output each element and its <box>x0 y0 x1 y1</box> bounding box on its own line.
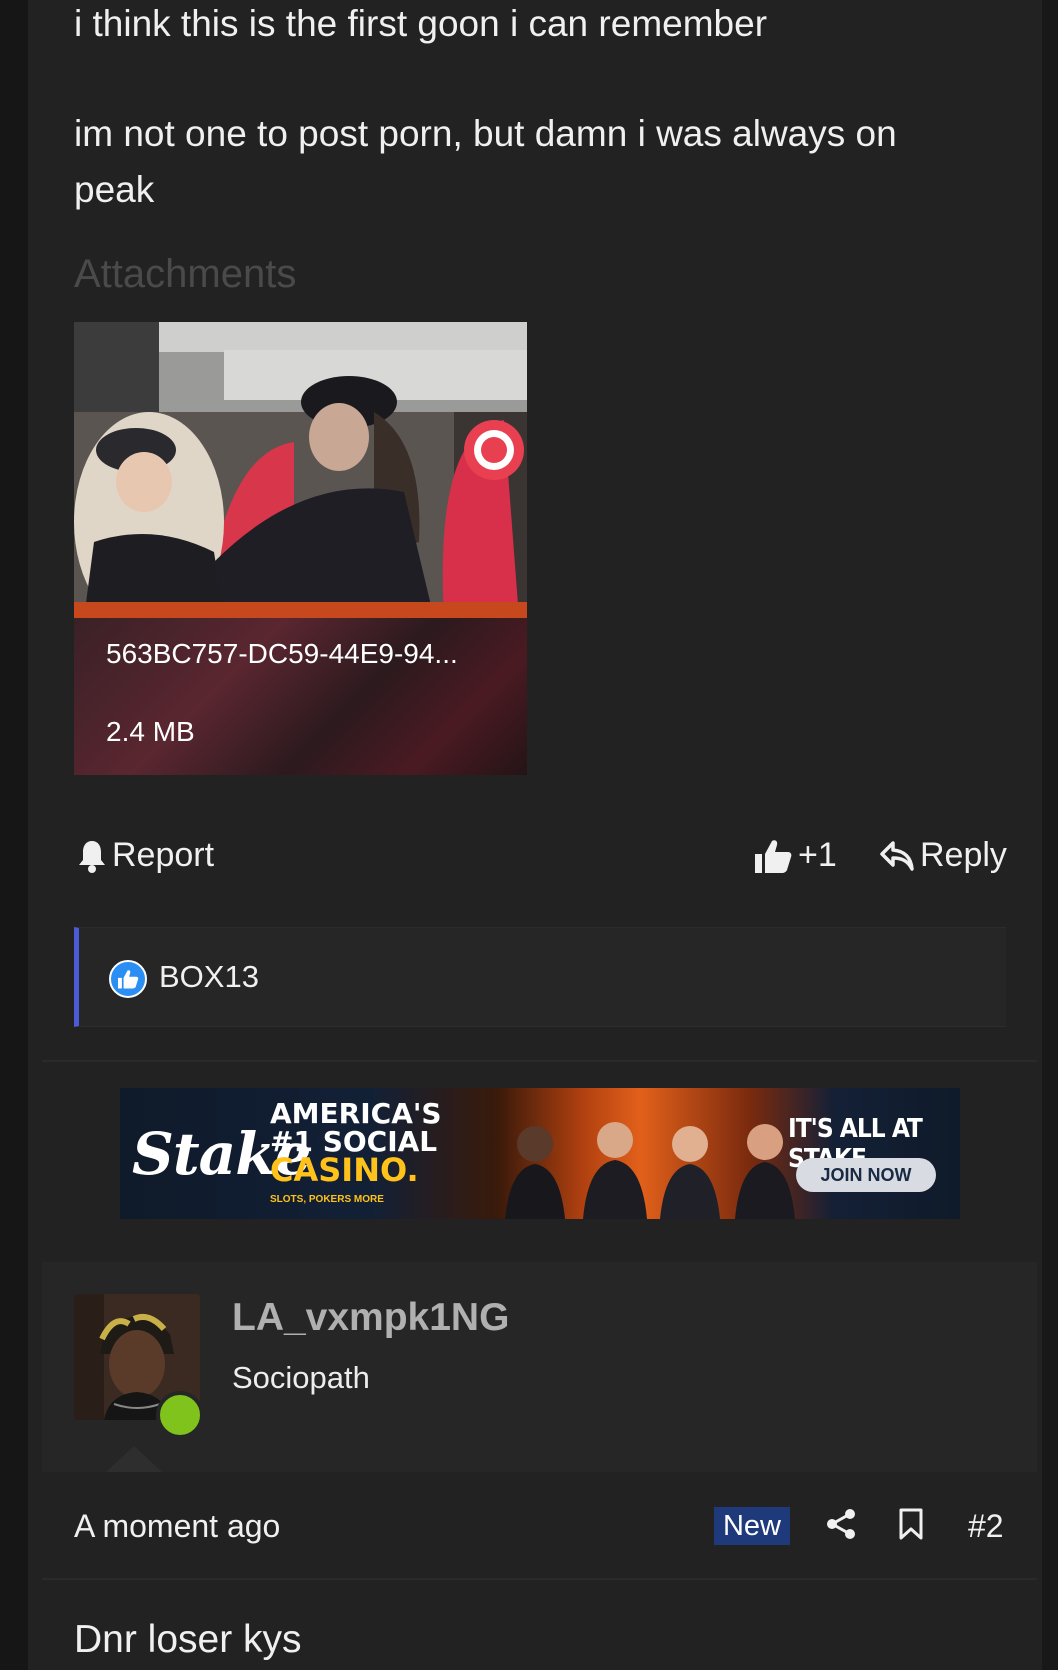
share-icon[interactable] <box>826 1508 856 1545</box>
attachment-preview-image <box>74 322 527 618</box>
attachment-file-size: 2.4 MB <box>106 716 195 747</box>
report-label: Report <box>112 836 215 874</box>
page-edge-left <box>0 0 28 1670</box>
thumbs-up-icon <box>755 839 792 873</box>
post-message-line-2: im not one to post porn, but damn i was … <box>74 113 897 154</box>
reply-arrow-icon <box>880 840 914 871</box>
bookmark-icon[interactable] <box>898 1508 924 1545</box>
new-badge: New <box>714 1507 790 1545</box>
page-edge-right <box>1042 0 1058 1670</box>
post-message-line-3: peak <box>74 169 155 210</box>
like-count: +1 <box>798 836 837 874</box>
reply-label: Reply <box>920 836 1007 874</box>
ad-headline: AMERICA'S #1 SOCIAL CASINO. <box>270 1097 442 1189</box>
report-button[interactable]: Report <box>78 836 214 875</box>
author-name[interactable]: LA_vxmpk1NG <box>232 1296 509 1340</box>
bell-icon <box>79 840 105 873</box>
online-status-indicator <box>156 1391 204 1439</box>
ad-subline: SLOTS, POKERS MORE <box>270 1194 384 1205</box>
post-timestamp[interactable]: A moment ago <box>74 1508 280 1545</box>
attachments-heading: Attachments <box>74 252 297 296</box>
next-post-message: Dnr loser kys <box>74 1618 302 1661</box>
ad-headline-line-3: CASINO. <box>270 1151 419 1189</box>
ad-join-button[interactable]: JOIN NOW <box>796 1158 936 1192</box>
attachment-thumbnail[interactable]: 563BC757-DC59-44E9-94... 2.4 MB <box>74 322 527 775</box>
post-divider <box>42 1060 1037 1062</box>
meta-divider <box>42 1578 1037 1580</box>
author-title: Sociopath <box>232 1360 370 1395</box>
ad-headline-line-1: AMERICA'S <box>270 1097 442 1130</box>
attachment-file-name: 563BC757-DC59-44E9-94... <box>106 638 458 669</box>
reply-button[interactable]: Reply <box>880 836 1007 875</box>
reaction-username[interactable]: BOX13 <box>159 959 259 995</box>
reactions-bar[interactable]: BOX13 <box>74 927 1006 1027</box>
post-message-line-1: i think this is the first goon i can rem… <box>74 3 768 44</box>
author-card-pointer <box>106 1446 162 1472</box>
post-number[interactable]: #2 <box>968 1508 1004 1545</box>
like-button[interactable]: +1 <box>754 836 837 875</box>
ad-banner[interactable]: Stake AMERICA'S #1 SOCIAL CASINO. SLOTS,… <box>120 1088 960 1219</box>
like-reaction-icon <box>109 960 147 998</box>
